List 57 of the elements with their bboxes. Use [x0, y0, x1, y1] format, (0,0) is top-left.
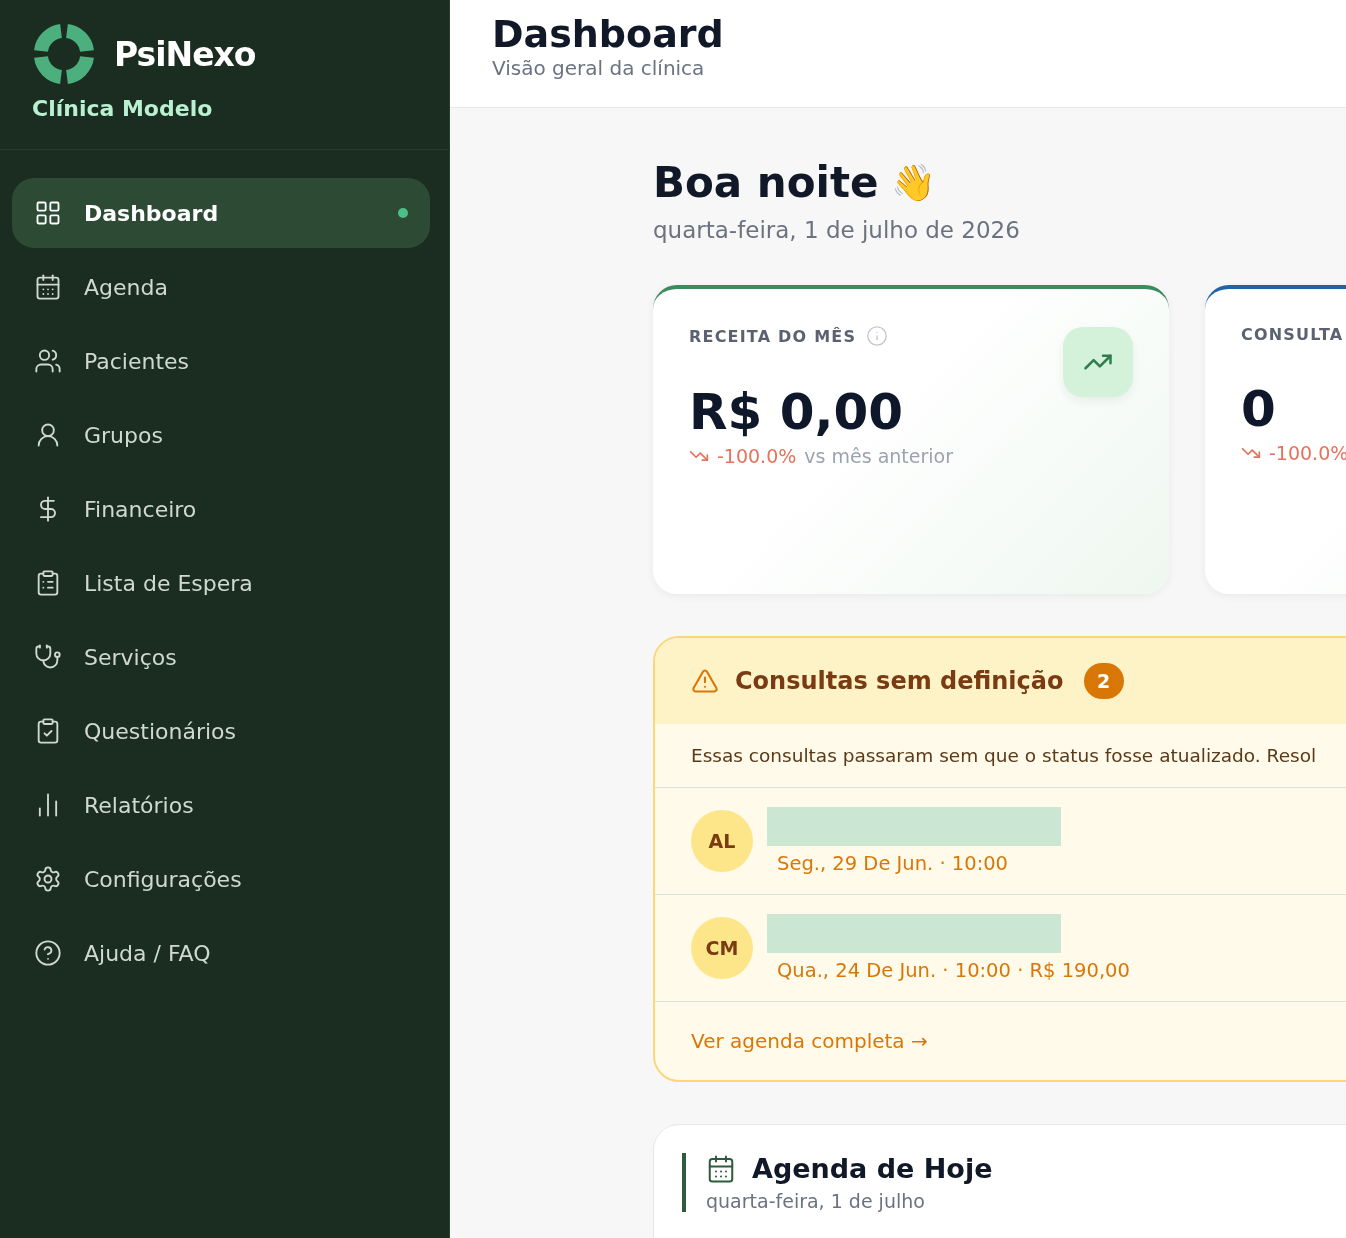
- appointment-row[interactable]: AL Seg., 29 De Jun. · 10:00: [655, 788, 1346, 895]
- greeting: Boa noite: [653, 158, 879, 207]
- agenda-date: quarta-feira, 1 de julho: [706, 1190, 926, 1212]
- calendar-icon: [34, 273, 62, 301]
- stat-note: vs mês anterior: [804, 445, 953, 467]
- count-badge: 2: [1083, 663, 1124, 699]
- nav-item[interactable]: Serviços: [12, 622, 430, 692]
- stat-label: RECEITA DO MÊS: [689, 326, 857, 346]
- nav-label: Relatórios: [84, 792, 195, 818]
- nav-label: Configurações: [84, 866, 243, 892]
- info-icon[interactable]: [866, 325, 889, 347]
- active-dot: [398, 208, 408, 218]
- stat-label: CONSULTA: [1241, 325, 1344, 344]
- nav-item[interactable]: Questionários: [12, 696, 430, 766]
- warning-icon: [691, 667, 719, 695]
- waving-hand-emoji: 👋: [890, 161, 936, 204]
- alert-title: Consultas sem definição: [735, 667, 1064, 695]
- settings-icon: [34, 865, 62, 893]
- stat-change: -100.0%: [717, 445, 797, 467]
- nav-label: Ajuda / FAQ: [84, 940, 212, 966]
- stat-value: R$ 0,00: [689, 383, 905, 441]
- nav-label: Grupos: [84, 422, 164, 448]
- nav-item[interactable]: Relatórios: [12, 770, 430, 840]
- logo-icon: [32, 22, 96, 86]
- agenda-title: Agenda de Hoje: [752, 1153, 993, 1184]
- stethoscope-icon: [34, 643, 62, 671]
- grid-icon: [34, 199, 62, 227]
- brand-name: PsiNexo: [114, 34, 256, 74]
- greeting-date: quarta-feira, 1 de julho de 2026: [653, 217, 1021, 243]
- clinic-name: Clínica Modelo: [32, 96, 214, 121]
- nav-label: Financeiro: [84, 496, 198, 522]
- nav-label: Lista de Espera: [84, 570, 254, 596]
- stat-value: 0: [1241, 380, 1277, 438]
- nav-label: Dashboard: [84, 200, 220, 226]
- calendar-icon: [706, 1153, 736, 1184]
- nav-item[interactable]: Configurações: [12, 844, 430, 914]
- alert-description: Essas consultas passaram sem que o status fosse atualizado. Resol: [655, 724, 1346, 788]
- help-icon: [34, 939, 62, 967]
- nav-item[interactable]: Ajuda / FAQ: [12, 918, 430, 988]
- nav-item[interactable]: Dashboard: [12, 178, 430, 248]
- nav-label: Questionários: [84, 718, 237, 744]
- nav-label: Pacientes: [84, 348, 191, 374]
- people-icon: [34, 347, 62, 375]
- nav-item[interactable]: Pacientes: [12, 326, 430, 396]
- nav-item[interactable]: Grupos: [12, 400, 430, 470]
- nav-label: Serviços: [84, 644, 178, 670]
- page-subtitle: Visão geral da clínica: [492, 56, 706, 80]
- nav-label: Agenda: [84, 274, 169, 300]
- appointment-detail: Seg., 29 De Jun. · 10:00: [776, 852, 1010, 875]
- nav-item[interactable]: Agenda: [12, 252, 430, 322]
- nav-item[interactable]: Financeiro: [12, 474, 430, 544]
- page-title: Dashboard: [492, 12, 725, 56]
- avatar: CM: [691, 917, 753, 979]
- nav-item[interactable]: Lista de Espera: [12, 548, 430, 618]
- appointment-detail: Qua., 24 De Jun. · 10:00 · R$ 190,00: [776, 959, 1130, 982]
- appointment-row[interactable]: CM Qua., 24 De Jun. · 10:00 · R$ 190,00: [655, 895, 1346, 1002]
- avatar: AL: [691, 810, 753, 872]
